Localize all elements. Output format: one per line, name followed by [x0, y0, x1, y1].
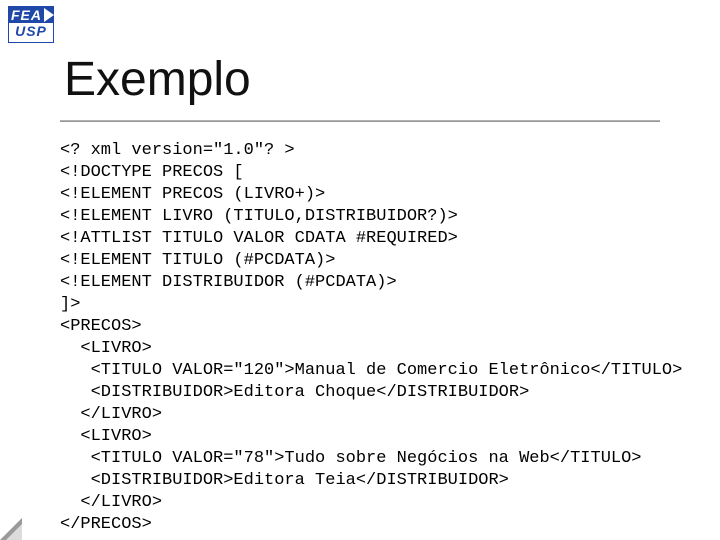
triangle-icon — [44, 8, 54, 22]
logo: FEA USP — [8, 6, 54, 43]
logo-bottom-text: USP — [15, 23, 47, 39]
page-corner-icon — [0, 518, 22, 540]
slide-title: Exemplo — [64, 56, 251, 104]
logo-top: FEA — [8, 6, 54, 23]
logo-bottom: USP — [8, 23, 54, 43]
title-underline — [60, 120, 660, 122]
logo-top-text: FEA — [11, 8, 42, 22]
code-block: <? xml version="1.0"? > <!DOCTYPE PRECOS… — [60, 140, 700, 536]
